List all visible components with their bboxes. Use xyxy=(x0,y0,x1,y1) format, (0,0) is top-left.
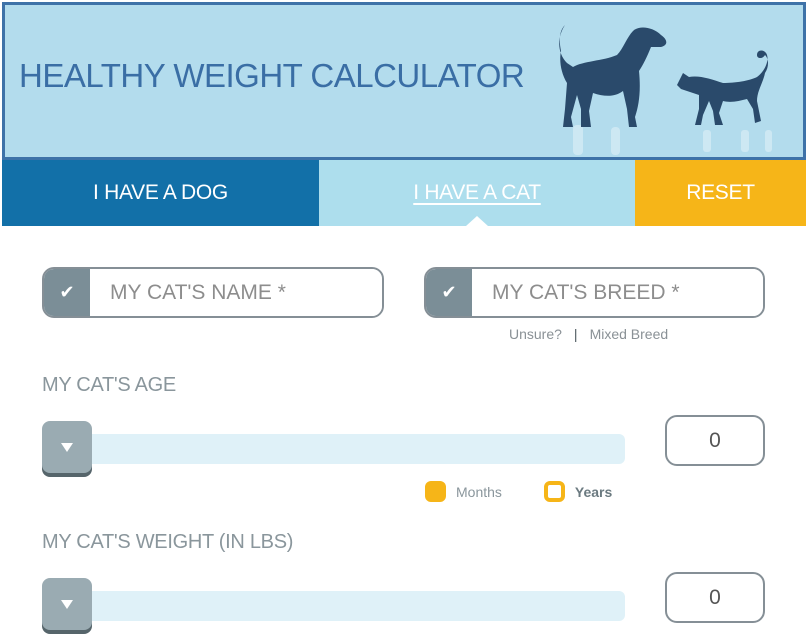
tab-dog-label: I HAVE A DOG xyxy=(93,181,228,204)
reset-button[interactable]: RESET xyxy=(635,160,806,226)
unit-years-option[interactable]: Years xyxy=(543,481,613,502)
age-label: MY CAT'S AGE xyxy=(42,374,176,396)
months-checkbox[interactable] xyxy=(425,481,446,502)
pet-tabs: I HAVE A DOG I HAVE A CAT RESET xyxy=(2,160,806,226)
cat-breed-input[interactable] xyxy=(472,269,763,316)
triangle-down-icon xyxy=(61,599,73,609)
weight-slider[interactable] xyxy=(42,578,625,634)
page-title: HEALTHY WEIGHT CALCULATOR xyxy=(19,57,525,94)
weight-label: MY CAT'S WEIGHT (IN LBS) xyxy=(42,531,294,553)
weight-slider-track[interactable] xyxy=(72,591,625,621)
tab-cat-label: I HAVE A CAT xyxy=(413,181,541,204)
dog-and-cat-silhouette-icon xyxy=(559,25,772,155)
tab-cat[interactable]: I HAVE A CAT xyxy=(319,160,635,226)
age-value-input[interactable]: 0 xyxy=(665,415,765,466)
cat-name-input[interactable] xyxy=(90,269,382,316)
age-slider-track[interactable] xyxy=(72,434,625,464)
tab-dog[interactable]: I HAVE A DOG xyxy=(2,160,319,226)
unsure-link[interactable]: Unsure? xyxy=(509,326,562,342)
triangle-down-icon xyxy=(61,442,73,452)
check-icon: ✔ xyxy=(426,269,472,316)
unit-months-option[interactable]: Months xyxy=(425,481,502,502)
weight-value-input[interactable]: 0 xyxy=(665,572,765,623)
years-checkbox[interactable] xyxy=(543,481,565,502)
active-tab-caret-icon xyxy=(466,216,488,226)
link-separator: | xyxy=(573,326,578,342)
cat-name-field: ✔ xyxy=(42,267,384,318)
weight-slider-handle[interactable] xyxy=(42,578,92,630)
mixed-breed-link[interactable]: Mixed Breed xyxy=(590,326,669,342)
age-slider[interactable] xyxy=(42,421,625,477)
age-unit-selector: Months Years xyxy=(425,481,612,502)
cat-breed-field: ✔ xyxy=(424,267,765,318)
months-label: Months xyxy=(456,483,502,500)
breed-links: Unsure? | Mixed Breed xyxy=(509,326,668,342)
check-icon: ✔ xyxy=(44,269,90,316)
header-banner: HEALTHY WEIGHT CALCULATOR xyxy=(2,2,806,160)
years-label: Years xyxy=(574,483,613,500)
reset-label: RESET xyxy=(686,181,755,204)
age-slider-handle[interactable] xyxy=(42,421,92,473)
